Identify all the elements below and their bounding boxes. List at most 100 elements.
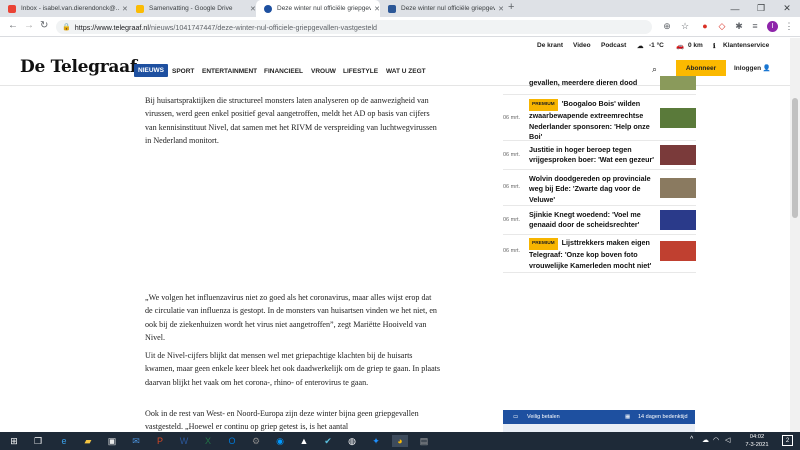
tab-title: Deze winter nul officiële griepgev... [277,5,372,12]
nav-wat-u-zegt[interactable]: WAT U ZEGT [386,68,426,75]
tab-title: Inbox - isabel.van.dierendonck@... [21,5,119,12]
topbar-video[interactable]: Video [573,42,591,49]
nav-vrouw[interactable]: VROUW [311,68,336,75]
extension-arrow-icon[interactable]: ◇ [717,21,727,31]
notification-icon[interactable]: 2 [782,435,793,446]
maximize-icon[interactable]: ❐ [748,0,774,17]
extension-red-icon[interactable]: ● [700,21,710,31]
chrome-icon[interactable]: ◕ [392,435,408,447]
url-path: /nieuws/1041747447/deze-winter-nul-offic… [149,22,378,32]
car-icon: 🚗 [676,43,685,50]
nav-entertainment[interactable]: ENTERTAINMENT [202,68,257,75]
sidebar-news-item[interactable]: 06 mrt. Wolvin doodgereden op provincial… [503,174,696,206]
sidebar-item-title: Wolvin doodgereden op provinciale weg bi… [529,174,651,204]
store-icon[interactable]: ▣ [106,435,118,447]
powerpoint-icon[interactable]: P [154,435,166,447]
onedrive-icon[interactable]: ☁ [702,436,709,444]
telegraaf-logo[interactable]: De Telegraaf [20,57,137,77]
sidebar-item-title: PREMIUM 'Boogaloo Bois' wilden zwaarbewap… [529,99,655,143]
tab-gmail[interactable]: Inbox - isabel.van.dierendonck@... ✕ [0,0,128,17]
topbar-podcast[interactable]: Podcast [601,42,626,49]
star-icon[interactable]: ☆ [680,21,690,31]
sidebar-news-item[interactable]: 06 mrt. Justitie in hoger beroep tegen v… [503,145,696,167]
file-explorer-icon[interactable]: ▰ [82,435,94,447]
divider [503,94,696,95]
app2-icon[interactable]: ✔ [322,435,334,447]
outlook-icon[interactable]: O [226,435,238,447]
article-paragraph-1: Bij huisartspraktijken die structureel m… [145,96,437,146]
nav-financieel[interactable]: FINANCIEEL [264,68,303,75]
tab-telegraaf-active[interactable]: Deze winter nul officiële griepgev... ✕ [256,0,380,17]
volume-icon[interactable]: ◁ [725,436,730,444]
profile-avatar[interactable]: I [767,21,778,32]
word-icon[interactable]: W [178,435,190,447]
divider [503,272,696,273]
topbar-krant[interactable]: De krant [537,42,563,49]
nav-nieuws[interactable]: NIEUWS [134,64,168,77]
secure-payment-label: Veilig betalen [527,414,560,420]
login-link[interactable]: Inloggen 👤 [734,64,771,72]
windows-taskbar: ⊞ ❐ e ▰ ▣ ✉ P W X O ⚙ ◉ ▲ ✔ ◍ ✦ ◕ ▤ ^ ☁ … [0,432,800,450]
system-clock[interactable]: 04:02 7-3-2021 [740,433,774,449]
topbar-service[interactable]: Klantenservice [723,42,769,49]
back-icon[interactable]: ← [8,20,18,31]
close-icon[interactable]: ✕ [122,5,128,13]
close-icon[interactable]: ✕ [250,5,256,13]
extensions-puzzle-icon[interactable]: ✱ [734,21,744,31]
app3-icon[interactable]: ✦ [370,435,382,447]
windows-start-icon[interactable]: ⊞ [8,435,20,447]
user-icon: 👤 [762,65,771,72]
media-icon[interactable]: ≡ [750,21,760,31]
nav-sport[interactable]: SPORT [172,68,194,75]
reload-icon[interactable]: ↻ [40,20,48,31]
site-topbar: De krant Video Podcast ☁ -1 °C 🚗 0 km ℹ … [0,38,790,52]
abonneer-button[interactable]: Abonneer [676,60,726,76]
search-icon[interactable]: ⌕ [652,64,657,75]
tab-drive[interactable]: Samenvatting - Google Drive ✕ [128,0,256,17]
sidebar-thumbnail [660,76,696,90]
forward-icon[interactable]: → [24,20,34,31]
mail-icon[interactable]: ✉ [130,435,142,447]
nav-lifestyle[interactable]: LIFESTYLE [343,68,378,75]
window-close-icon[interactable]: ✕ [774,0,800,17]
sidebar-thumbnail [660,178,696,198]
edge-icon[interactable]: e [58,435,70,447]
calendar-icon: ▦ [625,414,631,420]
telegraaf-icon [264,4,272,13]
steam-icon[interactable]: ◍ [346,435,358,447]
address-bar[interactable]: 🔒 https://www.telegraaf.nl/nieuws/104174… [56,20,652,34]
wifi-icon[interactable]: ◠ [713,436,719,444]
sidebar-news-item[interactable]: 06 mrt. PREMIUM 'Boogaloo Bois' wilden zw… [503,99,696,141]
excel-icon[interactable]: X [202,435,214,447]
page-scrollbar[interactable] [790,38,800,433]
sidebar-news-item[interactable]: 06 mrt. PREMIUM Lijsttrekkers maken eigen… [503,238,696,270]
scrollbar-thumb[interactable] [792,98,798,218]
settings-icon[interactable]: ⚙ [250,435,262,447]
minimize-icon[interactable]: — [722,0,748,17]
sidebar-item-title: Sjinkie Knegt woedend: 'Voel me genaaid … [529,210,641,230]
tray-chevron-icon[interactable]: ^ [690,436,693,443]
app4-icon[interactable]: ▤ [418,435,430,447]
translate-icon[interactable]: ⊕ [662,21,672,31]
sidebar-item-date: 06 mrt. [503,248,521,254]
topbar-temp[interactable]: -1 °C [649,42,664,49]
subscription-banner[interactable]: ▭ Veilig betalen ▦ 14 dagen bedenktijd [503,410,695,424]
sidebar-item-title: PREMIUM Lijsttrekkers maken eigen Telegra… [529,238,655,271]
drive-icon [136,4,144,13]
topbar-traffic[interactable]: 0 km [688,42,703,49]
weather-icon: ☁ [637,43,644,50]
sidebar-thumbnail [660,210,696,230]
sidebar-item-title: gevallen, meerdere dieren dood [529,78,638,87]
new-tab-icon[interactable]: + [508,1,514,13]
divider [503,169,696,170]
info-icon: ℹ [713,43,716,50]
tab-dl[interactable]: Deze winter nul officiële griepgev... ✕ [380,0,504,17]
menu-kebab-icon[interactable]: ⋮ [784,21,794,31]
sidebar-news-item[interactable]: 06 mrt. Sjinkie Knegt woedend: 'Voel me … [503,210,696,232]
browser-toolbar: ← → ↻ 🔒 https://www.telegraaf.nl/nieuws/… [0,17,800,37]
sidebar-news-item[interactable]: gevallen, meerdere dieren dood [503,76,696,92]
task-view-icon[interactable]: ❐ [32,435,44,447]
app-icon[interactable]: ◉ [274,435,286,447]
vlc-icon[interactable]: ▲ [298,435,310,447]
close-icon[interactable]: ✕ [498,5,504,13]
